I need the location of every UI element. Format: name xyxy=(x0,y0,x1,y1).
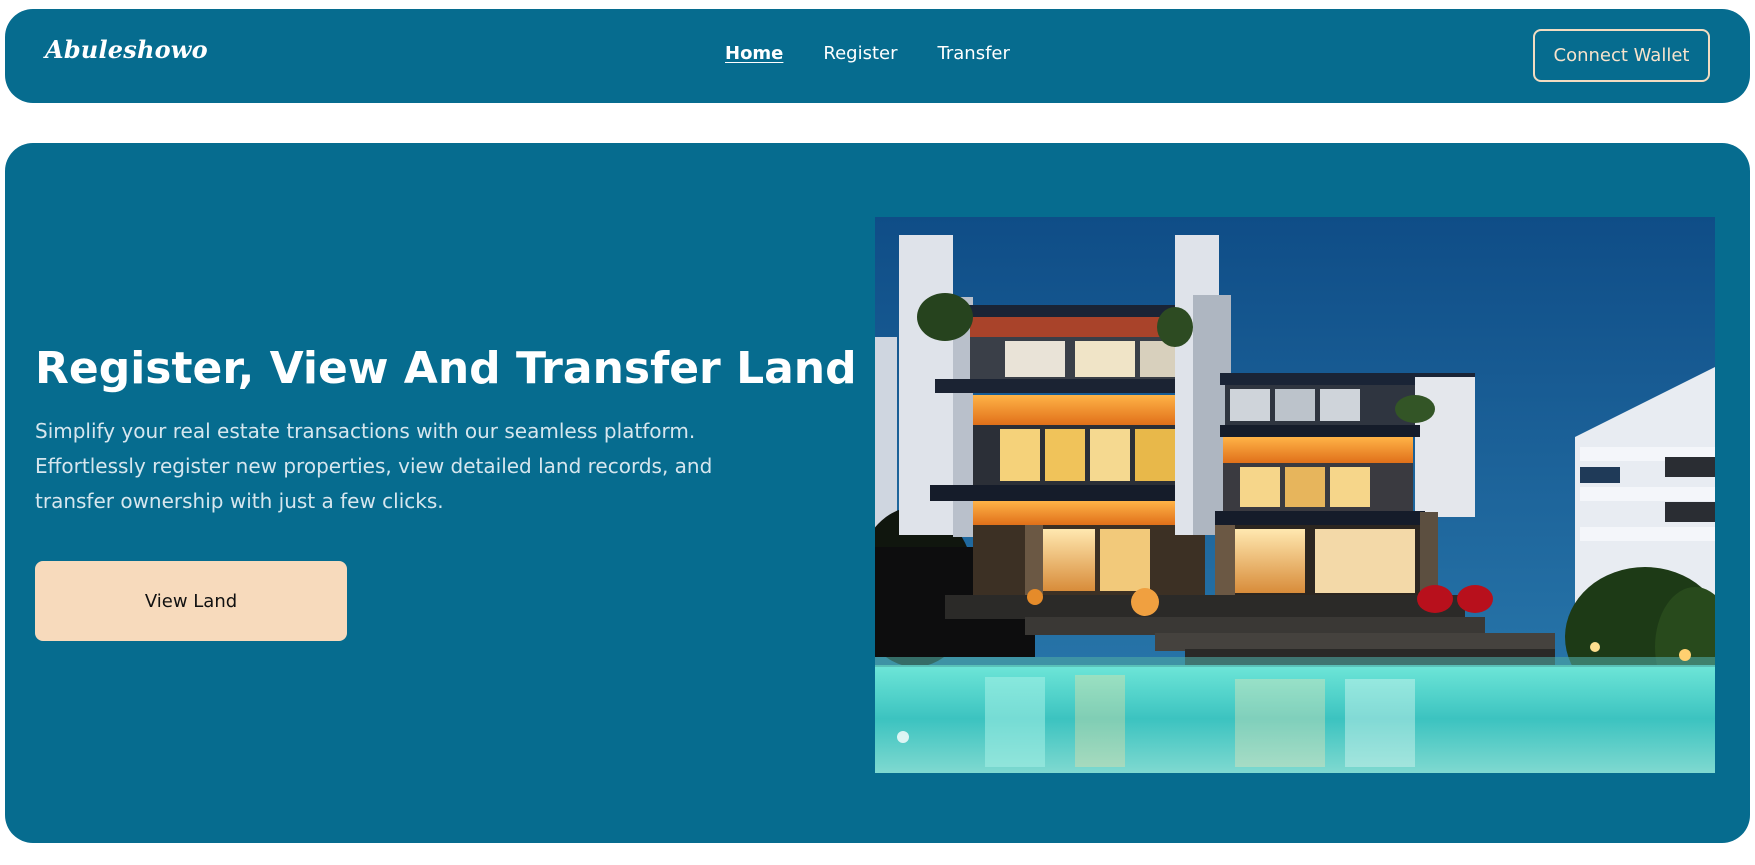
connect-wallet-button[interactable]: Connect Wallet xyxy=(1533,29,1710,82)
brand-logo[interactable]: Abuleshowo xyxy=(45,35,208,64)
hero-text-block: Register, View And Transfer Land Simplif… xyxy=(35,343,857,519)
view-land-button[interactable]: View Land xyxy=(35,561,347,641)
main-nav: Home Register Transfer xyxy=(725,43,1010,64)
top-navbar: Abuleshowo Home Register Transfer Connec… xyxy=(5,9,1750,103)
nav-link-transfer[interactable]: Transfer xyxy=(938,43,1010,64)
villa-pool-image xyxy=(875,217,1715,773)
nav-link-home[interactable]: Home xyxy=(725,43,783,64)
hero-section: Register, View And Transfer Land Simplif… xyxy=(5,143,1750,843)
nav-link-register[interactable]: Register xyxy=(823,43,897,64)
hero-description: Simplify your real estate transactions w… xyxy=(35,418,713,513)
hero-title: Register, View And Transfer Land xyxy=(35,343,857,394)
